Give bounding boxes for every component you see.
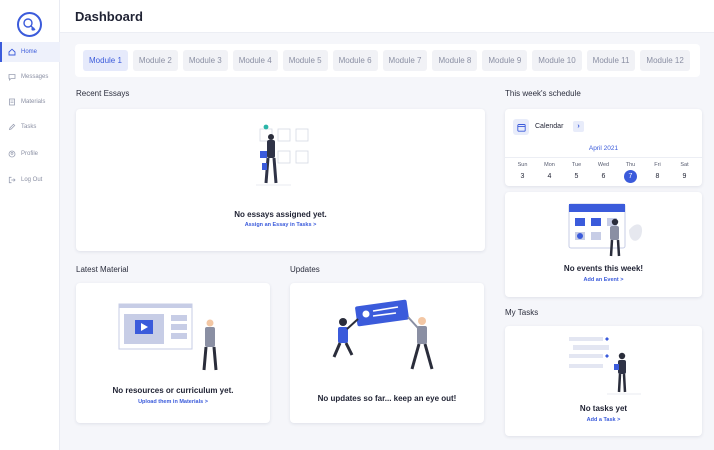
essays-illustration — [256, 124, 309, 186]
essays-empty-title: No essays assigned yet. — [234, 210, 327, 219]
add-task-link[interactable]: Add a Task > — [505, 417, 702, 423]
chevron-right-icon[interactable]: › — [573, 121, 584, 132]
page-title: Dashboard — [75, 9, 143, 24]
tasks-illustration — [569, 337, 641, 395]
day-of-week: Thu — [625, 162, 636, 168]
tab-module-10[interactable]: Module 10 — [532, 50, 582, 71]
materials-illustration — [118, 303, 218, 371]
sidebar-item-materials[interactable]: Materials — [0, 92, 60, 112]
day-of-week: Fri — [654, 162, 661, 168]
sidebar: Home Messages Materials Tasks Profile Lo… — [0, 0, 60, 450]
schedule-heading: This week's schedule — [505, 89, 581, 98]
tasks-empty-title: No tasks yet — [579, 404, 628, 413]
day-number: 5 — [574, 173, 579, 180]
updates-card: No updates so far... keep an eye out! — [290, 283, 484, 423]
materials-empty-title: No resources or curriculum yet. — [112, 386, 234, 395]
sidebar-item-label: Profile — [21, 151, 39, 157]
events-illustration — [568, 203, 643, 257]
document-icon — [8, 98, 16, 106]
latest-material-card: No resources or curriculum yet. Upload t… — [76, 283, 270, 423]
calendar-day[interactable]: Sat 9 — [675, 162, 695, 183]
day-of-week: Sun — [517, 162, 528, 168]
calendar-month: April 2021 — [588, 145, 619, 152]
tab-module-4[interactable]: Module 4 — [232, 50, 278, 71]
divider — [505, 157, 702, 158]
top-header: Dashboard — [60, 0, 714, 33]
calendar-day[interactable]: Mon 4 — [540, 162, 560, 183]
sidebar-item-label: Materials — [21, 99, 46, 105]
add-event-link[interactable]: Add an Event > — [505, 277, 702, 283]
calendar-day[interactable]: Fri 8 — [648, 162, 668, 183]
sidebar-item-label: Home — [21, 49, 38, 55]
sidebar-item-home[interactable]: Home — [0, 42, 60, 62]
sidebar-item-logout[interactable]: Log Out — [0, 170, 60, 190]
calendar-label: Calendar — [535, 123, 564, 130]
latest-material-heading: Latest Material — [76, 265, 129, 274]
day-number: 7 — [624, 170, 637, 183]
sidebar-item-label: Messages — [21, 74, 49, 80]
tab-module-3[interactable]: Module 3 — [182, 50, 228, 71]
calendar-day-today[interactable]: Thu 7 — [621, 162, 641, 183]
day-of-week: Tue — [571, 162, 582, 168]
sidebar-item-tasks[interactable]: Tasks — [0, 117, 60, 137]
day-number: 9 — [682, 173, 687, 180]
day-number: 3 — [520, 173, 525, 180]
day-number: 6 — [601, 173, 606, 180]
tab-module-6[interactable]: Module 6 — [332, 50, 378, 71]
tab-module-11[interactable]: Module 11 — [586, 50, 636, 71]
tasks-card: No tasks yet Add a Task > — [505, 326, 702, 436]
tab-module-7[interactable]: Module 7 — [382, 50, 428, 71]
day-of-week: Sat — [680, 162, 689, 168]
message-icon — [8, 73, 16, 81]
tab-module-2[interactable]: Module 2 — [132, 50, 178, 71]
updates-empty-title: No updates so far... keep an eye out! — [317, 394, 457, 403]
updates-heading: Updates — [290, 265, 320, 274]
tab-module-9[interactable]: Module 9 — [482, 50, 528, 71]
module-tabs: Module 1 Module 2 Module 3 Module 4 Modu… — [75, 44, 700, 77]
day-of-week: Wed — [597, 162, 610, 168]
pencil-icon — [8, 123, 16, 131]
calendar-week: Sun 3 Mon 4 Tue 5 Wed 6 Thu 7 Fri 8 Sat 9 — [505, 162, 702, 183]
recent-essays-card: No essays assigned yet. Assign an Essay … — [76, 109, 485, 251]
profile-icon — [8, 150, 16, 158]
day-of-week: Mon — [544, 162, 555, 168]
recent-essays-heading: Recent Essays — [76, 89, 130, 98]
calendar-icon — [513, 119, 529, 135]
sidebar-item-label: Tasks — [21, 124, 37, 130]
calendar-card: Calendar › April 2021 Sun 3 Mon 4 Tue 5 Wed… — [505, 109, 702, 186]
events-card: No events this week! Add an Event > — [505, 192, 702, 297]
app-logo[interactable] — [17, 12, 42, 37]
events-empty-title: No events this week! — [563, 264, 644, 273]
tab-module-1[interactable]: Module 1 — [83, 50, 128, 71]
sidebar-item-messages[interactable]: Messages — [0, 67, 60, 87]
calendar-day[interactable]: Sun 3 — [513, 162, 533, 183]
day-number: 8 — [655, 173, 660, 180]
upload-materials-link[interactable]: Upload them in Materials > — [76, 399, 270, 405]
sidebar-item-profile[interactable]: Profile — [0, 144, 60, 164]
home-icon — [8, 48, 16, 56]
calendar-day[interactable]: Tue 5 — [567, 162, 587, 183]
tab-module-5[interactable]: Module 5 — [282, 50, 328, 71]
assign-essay-link[interactable]: Assign an Essay in Tasks > — [76, 222, 485, 228]
my-tasks-heading: My Tasks — [505, 308, 539, 317]
tab-module-12[interactable]: Module 12 — [640, 50, 690, 71]
logout-icon — [8, 176, 16, 184]
calendar-day[interactable]: Wed 6 — [594, 162, 614, 183]
tab-module-8[interactable]: Module 8 — [432, 50, 478, 71]
updates-illustration — [332, 299, 434, 370]
day-number: 4 — [547, 173, 552, 180]
sidebar-item-label: Log Out — [21, 177, 43, 183]
